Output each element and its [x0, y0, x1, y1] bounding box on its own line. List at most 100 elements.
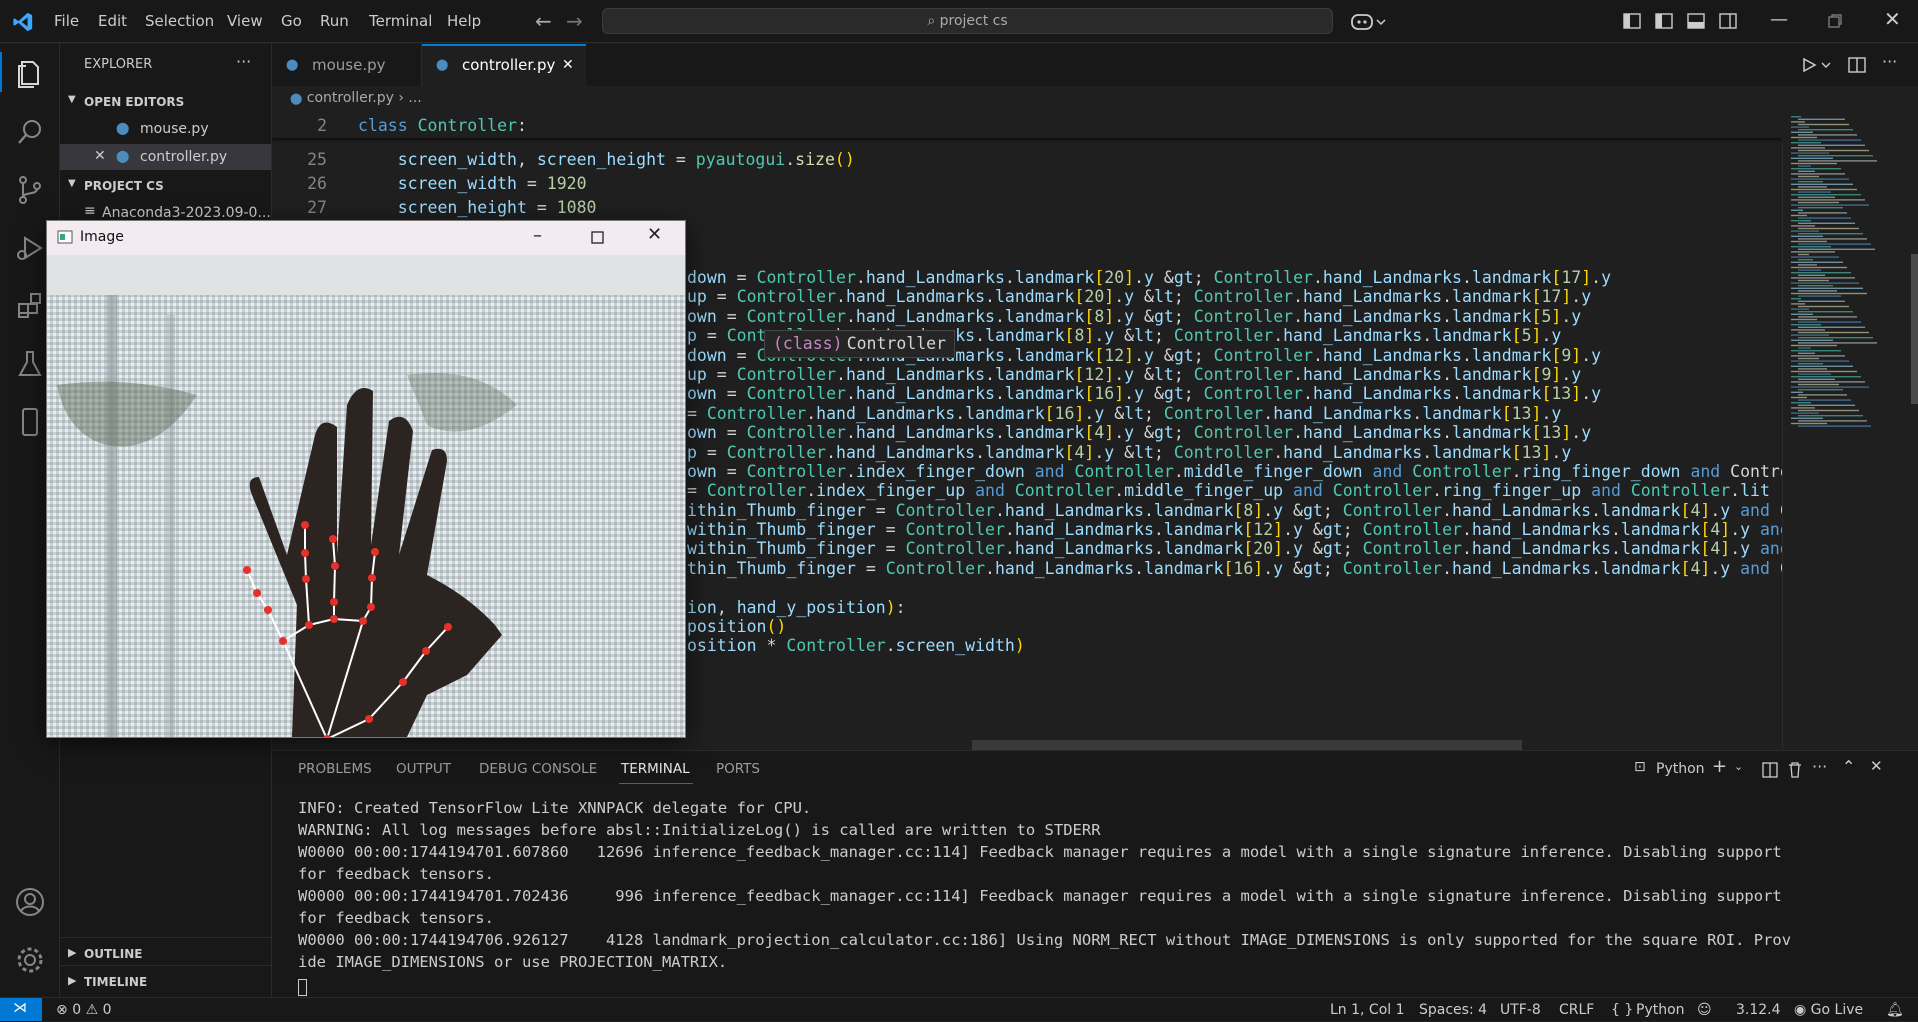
menu-terminal[interactable]: Terminal	[369, 0, 432, 43]
copilot-icon[interactable]	[1350, 12, 1388, 32]
minimap-line	[1791, 121, 1805, 123]
python-version[interactable]: 3.12.4	[1736, 998, 1781, 1022]
maximize-panel-icon[interactable]: ⌃	[1842, 757, 1855, 776]
close-icon[interactable]: ✕	[647, 224, 662, 245]
terminal-line: W0000 00:00:1744194701.607860 12696 infe…	[298, 843, 1782, 861]
remote-device-icon[interactable]	[10, 402, 50, 442]
copilot-status-icon[interactable]: ☺	[1697, 998, 1712, 1022]
open-editors-header[interactable]: OPEN EDITORS	[84, 95, 184, 109]
cursor-position[interactable]: Ln 1, Col 1	[1330, 998, 1405, 1022]
minimap-line	[1798, 311, 1853, 313]
toggle-secondary-sidebar-icon[interactable]	[1719, 13, 1737, 29]
tab-ports[interactable]: PORTS	[716, 761, 760, 777]
menu-edit[interactable]: Edit	[98, 0, 127, 43]
close-panel-icon[interactable]: ✕	[1870, 757, 1883, 775]
accounts-icon[interactable]	[10, 882, 50, 922]
command-center-search[interactable]: ⌕ project cs	[602, 8, 1333, 34]
terminal-icon: ⊡	[1634, 759, 1646, 775]
sticky-scroll[interactable]: 2 class Controller:	[272, 114, 1782, 138]
settings-gear-icon[interactable]	[10, 940, 50, 980]
image-window[interactable]: Image – ✕	[46, 220, 686, 738]
chevron-down-icon[interactable]: ⌄	[1734, 760, 1743, 773]
testing-flask-icon[interactable]	[10, 344, 50, 384]
chevron-down-icon: ▼	[68, 178, 76, 189]
extensions-icon[interactable]	[10, 286, 50, 326]
toggle-sidebar-icon[interactable]	[1655, 13, 1673, 29]
search-icon[interactable]	[10, 112, 50, 152]
menu-view[interactable]: View	[227, 0, 263, 43]
minimap-line	[1791, 266, 1847, 269]
tab-output[interactable]: OUTPUT	[396, 761, 451, 777]
terminal-output[interactable]: INFO: Created TensorFlow Lite XNNPACK de…	[298, 797, 1791, 973]
more-actions-icon[interactable]: ···	[1882, 52, 1897, 71]
back-arrow-icon[interactable]: ←	[535, 9, 552, 33]
open-editor-item[interactable]: ⬤ mouse.py	[60, 116, 271, 142]
breadcrumb-rest[interactable]: ...	[408, 90, 421, 106]
maximize-icon[interactable]	[591, 231, 604, 244]
menu-run[interactable]: Run	[320, 0, 349, 43]
minimap-line	[1798, 394, 1847, 396]
code-line: own = Controller.hand_Landmarks.landmark…	[687, 384, 1602, 404]
code-line: osition * Controller.screen_width)	[687, 636, 1025, 656]
image-window-titlebar[interactable]: Image – ✕	[47, 221, 685, 255]
terminal-shell-label[interactable]: Python	[1656, 761, 1705, 777]
language-mode[interactable]: Python	[1636, 998, 1685, 1022]
landmark-point	[330, 598, 338, 606]
menu-selection[interactable]: Selection	[145, 0, 214, 43]
more-actions-icon[interactable]: ···	[1812, 757, 1827, 776]
minimize-icon[interactable]: –	[533, 225, 542, 246]
menu-go[interactable]: Go	[281, 0, 302, 43]
go-live-button[interactable]: ◉ Go Live	[1794, 998, 1863, 1022]
minimize-icon[interactable]: —	[1770, 9, 1788, 30]
customize-layout-icon[interactable]	[1623, 13, 1641, 29]
outline-header[interactable]: OUTLINE	[84, 947, 142, 961]
tab-controller[interactable]: ⬤ controller.py ✕	[422, 44, 586, 86]
close-icon[interactable]: ✕	[562, 44, 574, 86]
project-header[interactable]: PROJECT CS	[84, 179, 164, 193]
run-debug-icon[interactable]	[10, 228, 50, 268]
menu-file[interactable]: File	[54, 0, 79, 43]
breadcrumb-file[interactable]: controller.py	[307, 90, 394, 106]
tab-mouse[interactable]: ⬤ mouse.py	[272, 44, 422, 86]
trash-icon[interactable]	[1787, 761, 1803, 779]
tab-debug-console[interactable]: DEBUG CONSOLE	[479, 761, 597, 777]
horizontal-scrollbar[interactable]	[972, 740, 1522, 750]
add-terminal-icon[interactable]: +	[1712, 756, 1727, 777]
close-icon[interactable]: ✕	[94, 148, 106, 164]
close-window-icon[interactable]: ✕	[1884, 7, 1901, 31]
minimap-line	[1791, 422, 1827, 425]
indentation[interactable]: Spaces: 4	[1419, 998, 1487, 1022]
open-editor-item-active[interactable]: ✕ ⬤ controller.py	[60, 144, 271, 170]
editor-tabs: ⬤ mouse.py ⬤ controller.py ✕ ···	[272, 44, 1918, 86]
remote-indicator[interactable]: ⋊	[0, 998, 42, 1021]
run-python-file-icon[interactable]	[1802, 57, 1832, 73]
toggle-panel-icon[interactable]	[1687, 13, 1705, 29]
forward-arrow-icon[interactable]: →	[566, 9, 583, 33]
timeline-header[interactable]: TIMELINE	[84, 975, 147, 989]
minimap-line	[1798, 373, 1831, 375]
scrollbar-thumb[interactable]	[1911, 254, 1918, 404]
split-editor-icon[interactable]	[1848, 57, 1866, 73]
tab-problems[interactable]: PROBLEMS	[298, 761, 372, 777]
tab-terminal[interactable]: TERMINAL	[621, 761, 690, 777]
split-terminal-icon[interactable]	[1762, 762, 1778, 778]
minimap[interactable]	[1782, 114, 1918, 750]
landmark-point	[302, 575, 310, 583]
minimap-line	[1791, 272, 1851, 274]
minimap-line	[1798, 290, 1837, 292]
remote-icon: ⋊	[13, 1000, 27, 1016]
explorer-icon[interactable]	[10, 54, 50, 94]
minimap-line	[1798, 253, 1809, 256]
more-actions-icon[interactable]: ···	[236, 52, 251, 71]
code-line: own = Controller.index_finger_down and C…	[687, 461, 1782, 481]
file-lines-icon: ≡	[84, 203, 96, 219]
landmark-point	[301, 549, 309, 557]
notifications-bell-icon[interactable]: 🔔︎	[1886, 998, 1904, 1022]
problems-indicator[interactable]: ⊗ 0 ⚠ 0	[56, 998, 112, 1022]
encoding[interactable]: UTF-8	[1500, 998, 1541, 1022]
restore-icon[interactable]	[1828, 14, 1842, 28]
minimap-line	[1798, 155, 1873, 157]
menu-help[interactable]: Help	[447, 0, 481, 43]
source-control-icon[interactable]	[10, 170, 50, 210]
end-of-line[interactable]: CRLF	[1559, 998, 1594, 1022]
